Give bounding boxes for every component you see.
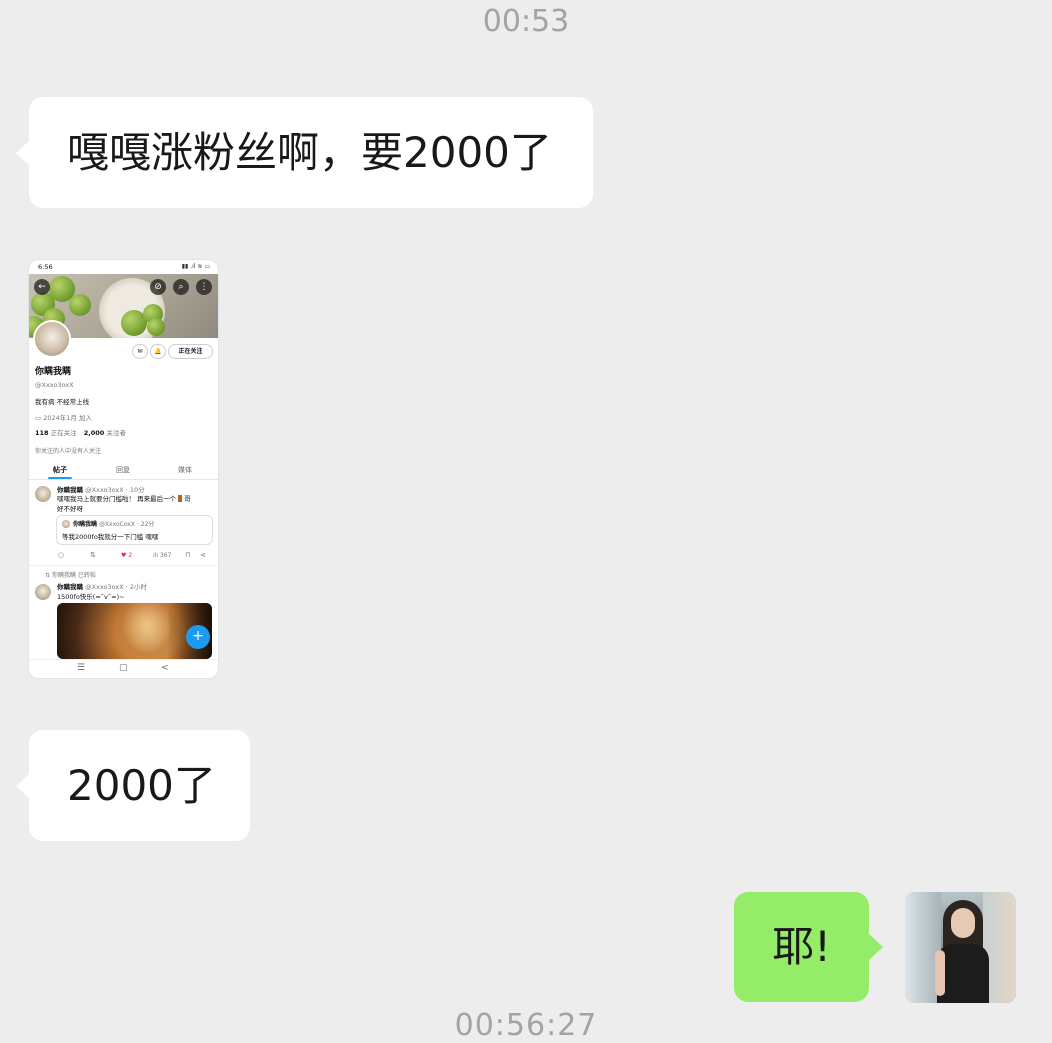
mutuals-note: 你关注的人中没有人关注 [35,448,102,455]
status-icons: ▮▮ .ıl ≋ ▭ [181,263,210,270]
like-button[interactable]: ♥ 2 [121,552,132,559]
following-button[interactable]: 正在关注 [168,344,213,359]
quote-avatar [62,520,70,528]
timestamp: 00:56:27 [454,1008,598,1043]
status-bar: 6:56 ▮▮ .ıl ≋ ▭ [29,260,218,274]
post-text-line2: 好不好呀 [57,505,83,513]
menu-icon[interactable]: ☰ [77,663,85,673]
block-icon[interactable]: ⊘ [150,279,166,295]
post-avatar[interactable] [35,584,51,600]
post-text: 1500fo快乐(=˘v˘=)~ [57,593,125,601]
search-icon[interactable]: ⌕ [173,279,189,295]
android-nav-bar: ☰ ▢ < [29,659,218,678]
bell-icon[interactable]: 🔔 [150,344,166,359]
followers-count: 2,000 [83,429,105,437]
bio: 我有病 不经常上线 [35,398,90,406]
follow-stats[interactable]: 118 正在关注 2,000 关注者 [35,427,126,437]
handle: @Xxxo3oxX [35,381,74,389]
share-icon[interactable]: ⋖ [200,551,206,559]
views[interactable]: ılı 367 [153,552,171,559]
tab-replies[interactable]: 回复 [116,465,130,475]
divider [29,565,218,566]
post-text-line1: 嘿嘿我马上就要分门槛啦！ 再来最后一个哥 [57,495,191,503]
message-bubble-incoming[interactable]: 嘎嘎涨粉丝啊，要2000了 [16,97,593,208]
quote-header: 你瞒我瞒 @XxxoCoxX · 22分 [73,521,155,528]
message-bubble-outgoing[interactable]: 耶! [734,892,883,1002]
status-time: 6:56 [38,263,53,271]
avatar[interactable] [905,892,1016,1003]
profile-tabs: 帖子 回复 媒体 [29,462,218,480]
message-bubble-incoming[interactable]: 2000了 [16,730,250,841]
tab-media[interactable]: 媒体 [178,465,192,475]
calendar-icon: ▭ [35,414,44,422]
reply-icon[interactable]: ○ [58,551,64,559]
quoted-post[interactable]: 你瞒我瞒 @XxxoCoxX · 22分 等我2000fo我就分一下门槛 嘿嘿 [56,515,213,545]
retweet-label: ⇅ 你瞒我瞒 已转帖 [45,572,96,579]
back-arrow-icon[interactable]: ← [34,279,50,295]
join-date: ▭ 2024年1月 加入 [35,414,92,422]
avatar [33,320,71,358]
views-icon: ılı [153,552,159,559]
quote-text: 等我2000fo我就分一下门槛 嘿嘿 [62,533,159,541]
message-icon[interactable]: ✉ [132,344,148,359]
compose-button[interactable]: + [186,625,210,649]
post-avatar[interactable] [35,486,51,502]
heart-icon: ♥ [121,552,127,559]
image-message-screenshot[interactable]: 6:56 ▮▮ .ıl ≋ ▭ ← ⊘ ⌕ ⋮ ✉ 🔔 正在关注 你瞒我瞒 @X… [29,260,218,678]
more-icon[interactable]: ⋮ [196,279,212,295]
retweet-small-icon: ⇅ [45,572,52,579]
bookmark-icon[interactable]: ⊓ [185,551,190,559]
home-icon[interactable]: ▢ [119,663,128,673]
active-tab-indicator [48,477,72,479]
timestamp: 00:53 [482,4,570,39]
following-count: 118 [35,429,49,437]
tab-posts[interactable]: 帖子 [53,465,67,475]
back-icon[interactable]: < [161,663,169,673]
following-label: 正在关注 [50,429,77,437]
followers-label: 关注者 [106,429,126,437]
post-header: 你瞒我瞒 @Xxxo3oxX · 2小时 [57,583,148,591]
views-count: 367 [159,552,172,559]
like-count: 2 [128,552,133,559]
display-name: 你瞒我瞒 [35,367,72,377]
retweet-icon[interactable]: ⇅ [90,551,96,559]
